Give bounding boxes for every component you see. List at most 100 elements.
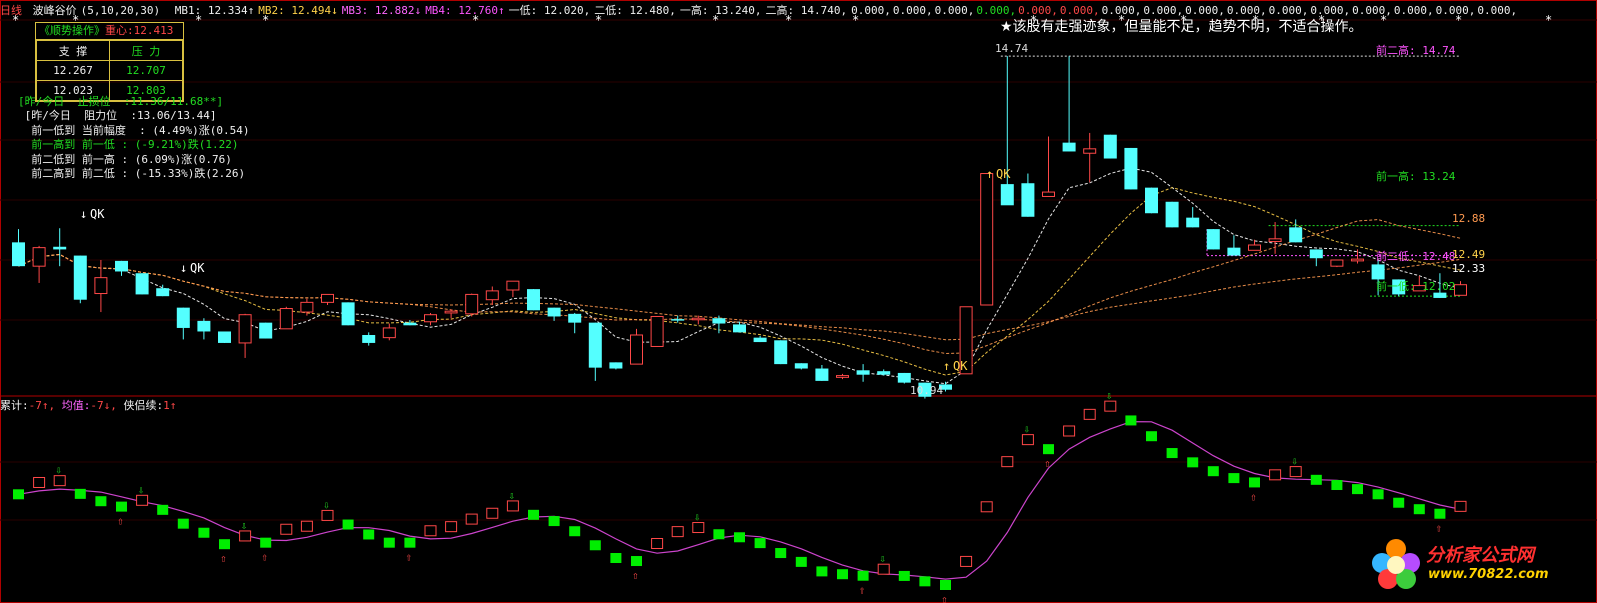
indicator-bar-down <box>116 501 127 512</box>
indicator-bar-down <box>837 569 848 580</box>
advice-notice: ★该股有走强迹象，但量能不足，趋势不明，不适合操作。 <box>1000 19 1363 35</box>
indicator-bar-up <box>465 513 478 525</box>
peak-arrow-icon: ⇩ <box>138 483 145 496</box>
indicator-bar-up <box>321 509 334 521</box>
candle <box>1330 259 1344 268</box>
indicator-bar-down <box>1043 444 1054 455</box>
sum-label: 累计: <box>0 399 29 412</box>
candle-body-up <box>444 310 458 314</box>
candle <box>630 328 643 365</box>
indicator-bar-up <box>1001 456 1014 468</box>
qk-signal: QK <box>90 207 105 221</box>
candle-body-up <box>382 327 396 339</box>
period-label[interactable]: 日线 <box>0 4 22 17</box>
candle-body-down <box>1186 217 1200 228</box>
peak-arrow-icon: ⇩ <box>694 511 701 524</box>
info-line: 前二低到 前一高 : (6.09%)涨(0.76) <box>18 152 232 166</box>
header-zero-value: 0.000, <box>1435 4 1476 17</box>
indicator-bar-up <box>1063 425 1076 437</box>
candle <box>1145 187 1158 214</box>
indicator-title: 波峰谷价 <box>32 4 77 17</box>
candle-body-down <box>815 368 829 381</box>
table-header-row: 支 撑 压 力 <box>36 40 183 61</box>
candle-body-down <box>774 340 788 365</box>
candle <box>547 307 561 321</box>
indicator-name: 波峰谷价 (5,10,20,30) <box>33 4 164 17</box>
indicator-bar-down <box>1125 415 1137 426</box>
info-line: 前二高到 前二低 : (-15.33%)跌(2.26) <box>18 166 246 180</box>
indicator-bar-up <box>424 525 437 537</box>
candle-body-down <box>259 322 273 339</box>
trough-arrow-icon: ⇧ <box>1435 522 1442 535</box>
candle <box>1206 229 1220 250</box>
candle-body-down <box>1165 201 1179 228</box>
indicator-bar-up <box>1289 466 1302 478</box>
indicator-bar-down <box>219 539 230 550</box>
candle-body-up <box>1351 258 1364 262</box>
indicator-bar-down <box>1331 480 1343 491</box>
indicator-bar-up <box>445 521 458 533</box>
candle <box>650 315 664 347</box>
candle-body-down <box>156 288 170 297</box>
info-line: 前一低到 当前幅度 : (4.49%)涨(0.54) <box>18 123 250 137</box>
indicator-bar-down <box>857 570 869 581</box>
candle <box>218 331 231 343</box>
indicator-bar-down <box>363 529 375 540</box>
trough-arrow-icon: ⇧ <box>941 593 948 603</box>
qk-signal: QK <box>996 167 1011 181</box>
indicator-bar-up <box>980 501 993 513</box>
candle <box>1227 235 1241 256</box>
indicator-bar-down <box>404 537 416 548</box>
candle-body-down <box>218 331 231 343</box>
candle <box>176 307 190 340</box>
indicator-bar-up <box>33 476 46 488</box>
candle-body-down <box>588 322 602 368</box>
pressure-cell: 12.707 <box>109 60 183 81</box>
candle-body-down <box>1145 187 1158 214</box>
candle-body-down <box>1062 142 1076 152</box>
candle-body-down <box>794 363 808 369</box>
indicator-bar-down <box>713 529 725 540</box>
peak-label: 14.74 <box>995 42 1028 55</box>
header-item: 一低: 12.020, <box>508 4 591 17</box>
candle-body-up <box>650 315 664 347</box>
indicator-bar-down <box>1352 484 1363 495</box>
prev-high2-label: 前二高: 14.74 <box>1376 43 1456 57</box>
candle-body-down <box>341 302 355 326</box>
candle-body-down <box>135 273 149 295</box>
candle-body-down <box>53 246 67 250</box>
candle <box>300 298 314 316</box>
candle-body-down <box>1227 247 1241 256</box>
candle-body-down <box>527 289 540 311</box>
candle-body-down <box>12 242 25 267</box>
candle-body-up <box>485 290 499 301</box>
header-item: MB3: 12.882↓ <box>341 4 422 17</box>
center-label: 重心: <box>105 24 134 37</box>
candle <box>321 293 334 305</box>
trough-arrow-icon: ⇧ <box>405 551 412 564</box>
qk-arrow: ↓ <box>80 207 87 221</box>
indicator-bar-down <box>74 488 86 499</box>
trend-panel: 《顺势操作》重心:12.413 支 撑 压 力 12.267 12.707 12… <box>35 22 184 102</box>
stock-chart: ⇩ ⇧ ⇩ ⇧ ⇩ ⇧ ⇩ ⇧ ⇩ ⇧ ⇩ ⇧ ⇩ ⇧ ⇩ ⇧ ⇩ ⇧ ⇩ ⇧ 14.74 10.94 前二高: 14.7… <box>0 0 1597 603</box>
peak-arrow-icon: ⇩ <box>241 519 248 532</box>
candle-body-up <box>300 301 314 313</box>
indicator-params: (5,10,20,30) <box>80 4 161 17</box>
support-pressure-table: 支 撑 压 力 12.267 12.707 12.023 12.803 <box>36 40 183 101</box>
indicator-bar-down <box>898 570 910 581</box>
header-zero-value: 0.000, <box>934 4 975 17</box>
indicator-bar-down <box>260 537 272 548</box>
indicator-bar-up <box>1021 434 1034 446</box>
candle <box>1021 173 1035 217</box>
candle <box>815 365 829 381</box>
indicator-bar-down <box>816 566 828 577</box>
candle <box>856 364 870 382</box>
candle-body-down <box>362 335 376 343</box>
candle-body-up <box>321 293 334 303</box>
header-item: 二低: 12.480, <box>594 4 676 17</box>
indicator-signal-line <box>18 421 1461 580</box>
indicator-bar-down <box>1228 473 1240 484</box>
indicator-bar-down <box>589 540 601 551</box>
candle <box>485 286 499 305</box>
trough-arrow-icon: ⇧ <box>261 551 268 564</box>
